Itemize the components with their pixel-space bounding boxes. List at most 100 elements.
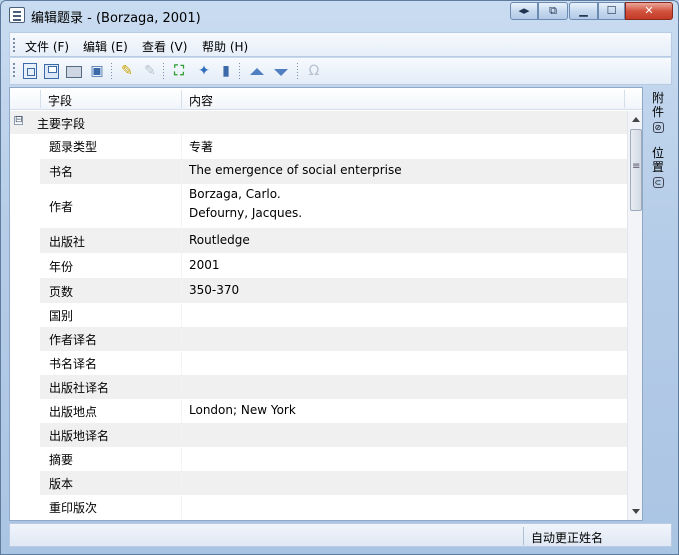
scroll-down-icon[interactable]	[632, 509, 640, 514]
field-name: 书名	[49, 165, 74, 179]
header-field[interactable]: 字段	[48, 92, 72, 109]
table-row[interactable]: 出版社 Routledge	[10, 228, 627, 253]
row-indent	[10, 134, 40, 159]
dock-button[interactable]: ⧉	[538, 2, 568, 20]
table-row[interactable]: 书名译名	[10, 351, 627, 375]
row-indent	[10, 159, 40, 184]
tab-label-bottom: 件	[651, 105, 664, 119]
toolbar-separator	[163, 63, 164, 79]
move-up-icon[interactable]	[250, 68, 264, 75]
column-divider	[181, 228, 182, 253]
row-indent	[10, 351, 40, 375]
column-divider	[181, 399, 182, 423]
title-bar[interactable]: 编辑题录 - (Borzaga, 2001) ◂▸ ⧉ ▁ ☐ ✕	[1, 1, 678, 29]
expand-icon[interactable]: ⛶	[170, 62, 188, 80]
tab-label-bottom: 置	[651, 160, 664, 174]
field-name: 摘要	[49, 453, 74, 467]
format-icon[interactable]: ✎	[141, 62, 159, 80]
tab-attachments[interactable]: 附 件 ⊘	[649, 91, 667, 133]
menu-edit[interactable]: 编辑 (E)	[83, 38, 128, 55]
row-indent	[10, 375, 40, 399]
status-autocorrect[interactable]: 自动更正姓名	[531, 529, 603, 546]
table-row[interactable]: 书名 The emergence of social enterprise	[10, 159, 627, 184]
toolbar-separator	[239, 63, 240, 79]
group-label: 主要字段	[37, 117, 86, 131]
special-char-icon[interactable]: Ω	[305, 62, 323, 80]
minimize-button[interactable]: ▁	[569, 2, 598, 20]
field-value[interactable]: Borzaga, Carlo.	[189, 187, 281, 201]
field-name: 出版地译名	[49, 429, 110, 443]
status-bar: 自动更正姓名	[9, 523, 672, 547]
toolbar: ▣ ✎ ✎ ⛶ ✦ ▮ Ω	[9, 58, 672, 85]
grid-rows: ⊟ 主要字段 题录类型 专著 书名 The emergence of socia…	[10, 111, 627, 519]
group-row-main[interactable]: ⊟ 主要字段	[10, 111, 627, 134]
menu-file[interactable]: 文件 (F)	[25, 38, 69, 55]
table-row[interactable]: 作者 Borzaga, Carlo. Defourny, Jacques.	[10, 184, 627, 228]
column-divider	[181, 184, 182, 228]
exit-icon[interactable]: ▮	[217, 62, 235, 80]
column-divider	[181, 134, 182, 159]
row-indent	[10, 278, 40, 303]
menu-view[interactable]: 查看 (V)	[142, 38, 187, 55]
menu-grip[interactable]	[13, 38, 15, 52]
export-icon[interactable]: ▣	[88, 62, 106, 80]
field-name: 作者	[49, 200, 74, 214]
vertical-scrollbar[interactable]	[627, 111, 642, 520]
table-row[interactable]: 作者译名	[10, 327, 627, 351]
field-value[interactable]: The emergence of social enterprise	[189, 163, 402, 177]
field-name: 国别	[49, 309, 74, 323]
save-icon[interactable]	[44, 64, 59, 79]
table-row[interactable]: 版本	[10, 471, 627, 495]
toolbar-separator	[297, 63, 298, 79]
menu-help[interactable]: 帮助 (H)	[202, 38, 248, 55]
table-row[interactable]: 年份 2001	[10, 253, 627, 278]
scroll-up-icon[interactable]	[632, 117, 640, 122]
header-divider[interactable]	[624, 90, 625, 108]
field-value[interactable]: 专著	[189, 138, 213, 155]
collapse-icon[interactable]: ⊟	[14, 116, 23, 125]
scroll-thumb[interactable]	[630, 129, 642, 211]
tab-location[interactable]: 位 置 ⊂	[649, 146, 667, 188]
column-divider	[181, 351, 182, 375]
navigate-button[interactable]: ◂▸	[510, 2, 538, 20]
table-row[interactable]: 摘要	[10, 447, 627, 471]
field-value[interactable]: 350-370	[189, 283, 239, 297]
toolbar-grip[interactable]	[13, 63, 15, 77]
header-content[interactable]: 内容	[189, 92, 213, 109]
header-divider[interactable]	[181, 90, 182, 108]
maximize-button[interactable]: ☐	[598, 2, 625, 20]
attachment-icon: ⊘	[652, 122, 664, 133]
table-row[interactable]: 国别	[10, 303, 627, 327]
row-indent	[10, 327, 40, 351]
field-name: 版本	[49, 477, 74, 491]
field-value[interactable]: London; New York	[189, 403, 296, 417]
window-title: 编辑题录 - (Borzaga, 2001)	[31, 11, 201, 26]
move-down-icon[interactable]	[274, 69, 288, 76]
menu-bar: 文件 (F) 编辑 (E) 查看 (V) 帮助 (H)	[9, 32, 672, 57]
print-icon[interactable]	[66, 66, 82, 78]
table-row[interactable]: 页数 350-370	[10, 278, 627, 303]
list-icon	[9, 7, 25, 23]
clear-icon[interactable]: ✎	[118, 62, 136, 80]
new-document-icon[interactable]	[23, 63, 37, 79]
column-divider	[181, 278, 182, 303]
table-row[interactable]: 出版社译名	[10, 375, 627, 399]
tab-label-top: 附	[651, 91, 664, 105]
table-row[interactable]: 出版地译名	[10, 423, 627, 447]
tab-label-top: 位	[651, 146, 664, 160]
table-row[interactable]: 出版地点 London; New York	[10, 399, 627, 423]
column-divider	[181, 327, 182, 351]
row-indent	[10, 253, 40, 278]
field-value[interactable]: Routledge	[189, 233, 250, 247]
field-value-line2[interactable]: Defourny, Jacques.	[189, 206, 302, 220]
header-divider[interactable]	[40, 90, 41, 108]
pin-icon[interactable]: ✦	[195, 62, 213, 80]
field-value[interactable]: 2001	[189, 258, 220, 272]
table-row[interactable]: 重印版次	[10, 495, 627, 519]
row-indent	[10, 423, 40, 447]
field-name: 出版社	[49, 235, 86, 249]
close-button[interactable]: ✕	[625, 2, 673, 20]
column-divider	[181, 495, 182, 519]
table-row[interactable]: 题录类型 专著	[10, 134, 627, 159]
column-divider	[181, 471, 182, 495]
